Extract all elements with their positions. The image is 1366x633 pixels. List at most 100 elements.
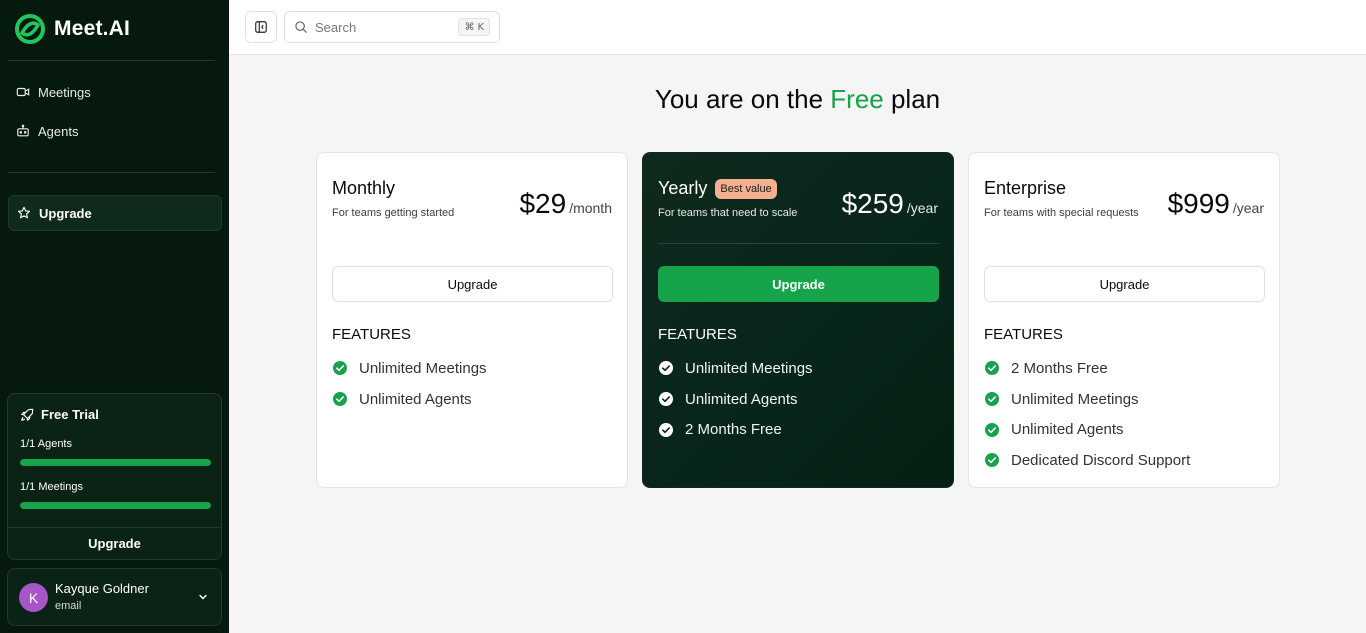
divider [8, 60, 215, 61]
meetings-progress-bar [20, 502, 211, 509]
feature-label: 2 Months Free [685, 421, 782, 439]
check-circle-icon [985, 453, 999, 468]
check-circle-icon [659, 361, 673, 376]
feature-label: Unlimited Agents [685, 390, 798, 408]
sidebar-item-label: Meetings [38, 84, 91, 100]
price-period: /year [1232, 200, 1264, 216]
free-trial-header: Free Trial [20, 407, 99, 422]
plan-name-row: Enterprise [984, 178, 1066, 199]
feature-label: Unlimited Agents [359, 390, 472, 408]
feature-item: Unlimited Agents [332, 384, 487, 415]
check-circle-icon [985, 422, 999, 437]
plan-name: Yearly [658, 178, 708, 198]
sidebar-item-upgrade[interactable]: Upgrade [8, 195, 222, 231]
check-circle-icon [333, 392, 347, 407]
search-icon [295, 21, 307, 33]
plan-subtitle: For teams getting started [332, 207, 455, 219]
upgrade-yearly-button[interactable]: Upgrade [658, 266, 939, 302]
agents-usage-label: 1/1 Agents [20, 438, 72, 450]
feature-item: 2 Months Free [984, 353, 1190, 384]
feature-label: Unlimited Agents [1011, 421, 1124, 439]
features-heading: FEATURES [332, 326, 411, 343]
shortcut-key: K [477, 21, 484, 33]
price-amount: $999 [1167, 188, 1230, 219]
sidebar: Meet.AI Meetings Agents Upgrade Free Tri… [0, 0, 229, 633]
features-heading: FEATURES [658, 326, 737, 343]
best-value-badge: Best value [715, 178, 777, 199]
title-suffix: plan [883, 84, 941, 114]
star-icon [17, 206, 31, 219]
features-list: 2 Months Free Unlimited Meetings Unlimit… [984, 353, 1190, 476]
plan-card-monthly: Monthly For teams getting started $29 /m… [316, 152, 628, 488]
feature-label: Unlimited Meetings [685, 359, 813, 377]
current-plan-name: Free [830, 84, 884, 114]
agents-progress-fill [20, 459, 211, 466]
upgrade-monthly-button[interactable]: Upgrade [332, 266, 613, 302]
meetings-usage-label: 1/1 Meetings [20, 481, 83, 493]
plan-name: Enterprise [984, 178, 1067, 198]
feature-label: Unlimited Meetings [359, 359, 487, 377]
check-circle-icon [333, 361, 347, 376]
sidebar-item-label: Agents [38, 123, 79, 139]
plan-subtitle: For teams with special requests [984, 207, 1139, 219]
sidebar-toggle-button[interactable] [245, 11, 277, 43]
brand-name: Meet.AI [54, 17, 131, 40]
plan-price: $259 /year [842, 188, 938, 220]
user-name: Kayque Goldner [55, 581, 149, 596]
plan-card-enterprise: Enterprise For teams with special reques… [968, 152, 1280, 488]
free-trial-title: Free Trial [41, 407, 99, 422]
rocket-icon [21, 408, 34, 421]
feature-item: Unlimited Meetings [332, 353, 487, 384]
topbar: ⌘ K [229, 0, 1366, 55]
divider [658, 243, 939, 244]
divider [8, 172, 215, 173]
page-title: You are on the Free plan [229, 84, 1366, 115]
avatar: K [19, 583, 48, 612]
plan-name: Monthly [332, 178, 396, 198]
sidebar-item-agents[interactable]: Agents [8, 113, 222, 149]
meetings-progress-fill [20, 502, 211, 509]
upgrade-enterprise-button[interactable]: Upgrade [984, 266, 1265, 302]
feature-label: 2 Months Free [1011, 359, 1108, 377]
features-heading: FEATURES [984, 326, 1063, 343]
plan-card-yearly: Yearly Best value For teams that need to… [642, 152, 954, 488]
sidebar-item-meetings[interactable]: Meetings [8, 74, 222, 110]
video-icon [16, 87, 30, 97]
plan-price: $999 /year [1168, 188, 1264, 220]
chevron-down-icon [199, 594, 207, 600]
user-menu[interactable]: K Kayque Goldner email [7, 568, 222, 626]
feature-item: 2 Months Free [658, 414, 813, 445]
plan-subtitle: For teams that need to scale [658, 207, 798, 219]
title-prefix: You are on the [654, 84, 831, 114]
trial-upgrade-button[interactable]: Upgrade [8, 528, 221, 559]
command-key: ⌘ [464, 21, 475, 33]
feature-item: Unlimited Agents [984, 414, 1190, 445]
user-email: email [55, 600, 82, 612]
feature-item: Unlimited Meetings [984, 384, 1190, 415]
feature-label: Dedicated Discord Support [1011, 451, 1191, 469]
sidebar-item-label: Upgrade [39, 205, 92, 221]
search-box[interactable]: ⌘ K [284, 11, 500, 43]
meet-ai-logo-icon [15, 14, 45, 44]
check-circle-icon [659, 422, 673, 437]
plan-name-row: Monthly [332, 178, 395, 199]
feature-item: Dedicated Discord Support [984, 445, 1190, 476]
feature-item: Unlimited Agents [658, 384, 813, 415]
price-amount: $259 [841, 188, 904, 219]
free-trial-card: Free Trial 1/1 Agents 1/1 Meetings Upgra… [7, 393, 222, 560]
bot-icon [17, 124, 29, 137]
brand[interactable]: Meet.AI [14, 13, 130, 45]
price-period: /month [569, 200, 612, 216]
search-input[interactable] [315, 19, 445, 35]
agents-progress-bar [20, 459, 211, 466]
price-period: /year [906, 200, 938, 216]
feature-item: Unlimited Meetings [658, 353, 813, 384]
features-list: Unlimited Meetings Unlimited Agents [332, 353, 487, 414]
check-circle-icon [659, 392, 673, 407]
price-amount: $29 [519, 188, 567, 219]
plan-name-row: Yearly Best value [658, 178, 777, 199]
shortcut-hint: ⌘ K [458, 18, 490, 36]
check-circle-icon [985, 361, 999, 376]
plan-price: $29 /month [519, 188, 612, 220]
feature-label: Unlimited Meetings [1011, 390, 1139, 408]
